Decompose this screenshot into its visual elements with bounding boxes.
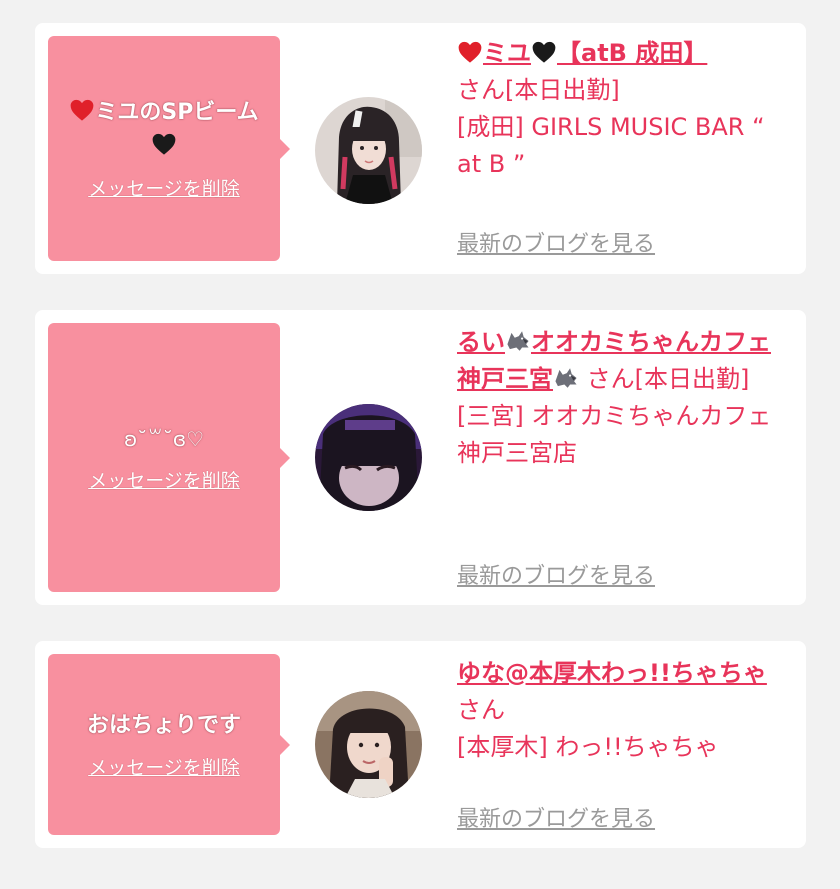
girl-name-link[interactable]: ミユ 【atB 成田】	[457, 39, 707, 67]
status-text: さん[本日出勤]	[457, 76, 620, 104]
avatar[interactable]	[315, 97, 422, 204]
message-text: おはちょりです	[86, 713, 241, 738]
girl-name-link[interactable]: ゆな@本厚木わっ!!ちゃちゃ	[457, 659, 767, 687]
wolf-icon	[553, 365, 579, 391]
girl-info: ゆな@本厚木わっ!!ちゃちゃ さん [本厚木] わっ!!ちゃちゃ	[457, 655, 793, 766]
black-heart-icon	[151, 131, 177, 157]
latest-blog-link[interactable]: 最新のブログを見る	[457, 226, 655, 258]
message-bubble: おはちょりです メッセージを削除	[48, 654, 290, 835]
black-heart-icon	[531, 39, 557, 65]
shop-line: [本厚木] わっ!!ちゃちゃ	[457, 733, 719, 761]
shop-line: [成田] GIRLS MUSIC BAR “ at B ”	[457, 113, 765, 178]
message-bubble: ミユのSPビーム メッセージを削除	[48, 36, 290, 261]
message-text: ʚ˘꒳˘ɞ♡	[123, 427, 205, 451]
delete-message-link[interactable]: メッセージを削除	[88, 174, 240, 201]
girl-info: るい オオカミちゃんカフェ神戸三宮 さん[本日出勤] [三宮] オオカミちゃんカフ…	[457, 324, 793, 472]
message-card: ʚ˘꒳˘ɞ♡ メッセージを削除 るい オオカミちゃんカフェ神戸三宮 さん[本日出勤…	[35, 310, 806, 605]
avatar[interactable]	[315, 404, 422, 511]
latest-blog-link[interactable]: 最新のブログを見る	[457, 801, 655, 833]
red-heart-icon	[457, 39, 483, 65]
shop-line: [三宮] オオカミちゃんカフェ神戸三宮店	[457, 402, 772, 467]
latest-blog-link[interactable]: 最新のブログを見る	[457, 558, 655, 590]
message-text: ミユのSPビーム	[48, 96, 280, 164]
red-heart-icon	[69, 97, 95, 123]
girl-avatar-photo	[315, 97, 422, 204]
delete-message-link[interactable]: メッセージを削除	[88, 753, 240, 780]
girl-avatar-photo	[315, 404, 422, 511]
delete-message-link[interactable]: メッセージを削除	[88, 466, 240, 493]
avatar[interactable]	[315, 691, 422, 798]
wolf-icon	[505, 328, 531, 354]
girl-avatar-photo	[315, 691, 422, 798]
girl-info: ミユ 【atB 成田】 さん[本日出勤] [成田] GIRLS MUSIC BAR…	[457, 35, 793, 183]
status-text: さん	[457, 696, 505, 724]
message-card: ミユのSPビーム メッセージを削除 ミユ 【atB 成田】 さん[本日出勤] [成…	[35, 23, 806, 274]
status-text: さん[本日出勤]	[586, 365, 750, 393]
message-bubble: ʚ˘꒳˘ɞ♡ メッセージを削除	[48, 323, 290, 592]
message-card: おはちょりです メッセージを削除 ゆな@本厚木わっ!!ちゃちゃ さん [本厚木]…	[35, 641, 806, 848]
